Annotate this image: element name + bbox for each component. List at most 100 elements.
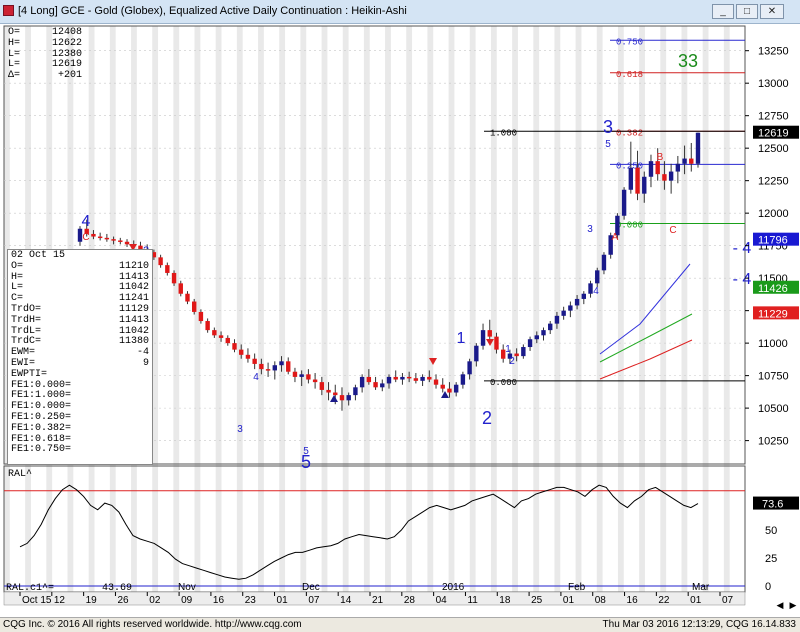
grid-band	[702, 26, 709, 592]
y-tick-label: 11000	[758, 338, 788, 350]
wave-label: 3	[587, 224, 593, 235]
wave-label: C	[669, 225, 676, 236]
ohlc-row: H= 12622	[8, 37, 82, 49]
grid-band	[533, 26, 540, 592]
grid-band	[406, 26, 413, 592]
rsi-current-value: 73.6	[762, 499, 783, 511]
grid-band	[363, 26, 370, 592]
x-tick-label: 08	[595, 595, 607, 606]
wave-label: 3	[237, 424, 243, 435]
maximize-button[interactable]: □	[736, 4, 758, 19]
x-tick-label: 07	[722, 595, 734, 606]
grid-band	[639, 26, 645, 592]
fib-label: 0.000	[490, 378, 517, 388]
x-tick-label: 16	[213, 595, 225, 606]
candle-body	[353, 387, 358, 396]
scroll-left-icon[interactable]: ◀	[773, 598, 787, 612]
candle-body	[420, 376, 425, 381]
grid-band	[448, 26, 455, 592]
fib-label: 0.750	[616, 37, 643, 47]
candle-body	[205, 321, 210, 331]
scroll-right-icon[interactable]: ▶	[786, 598, 800, 612]
wave-label: 4	[253, 372, 259, 383]
candle-body	[386, 376, 392, 384]
y-tick-label: 12750	[758, 111, 789, 123]
candle-body	[239, 349, 244, 355]
candle-body	[380, 383, 385, 388]
candle-body	[279, 361, 284, 366]
candle-body	[198, 311, 204, 322]
bar-info-panel: 02 Oct 15 O= 11210 H= 11413 L= 11042 C= 1124…	[7, 249, 153, 465]
grid-band	[681, 26, 688, 592]
rsi-tick-label: 50	[765, 525, 777, 537]
candle-body	[111, 239, 116, 241]
candle-body	[413, 378, 419, 381]
candle-body	[232, 343, 237, 350]
wave-label: 5	[605, 139, 611, 150]
fib-label: 0.382	[616, 128, 643, 138]
candle-body	[299, 374, 304, 377]
wave-label: 1	[505, 344, 511, 355]
close-button[interactable]: ✕	[760, 4, 784, 19]
candle-body	[447, 388, 452, 393]
x-tick-label: 04	[436, 595, 448, 606]
x-tick-label: 23	[245, 595, 257, 606]
grid-band	[258, 26, 264, 592]
x-tick-label: 01	[563, 595, 575, 606]
candle-body	[406, 376, 412, 379]
candle-body	[178, 283, 183, 294]
candle-body	[541, 330, 546, 336]
y-tick-label: 13250	[758, 46, 789, 58]
candle-body	[185, 293, 190, 302]
fib-label: 1.000	[490, 128, 517, 138]
candle-body	[252, 358, 257, 364]
candle-body	[346, 395, 351, 401]
candle-body	[460, 374, 466, 385]
candle-body	[534, 335, 539, 340]
x-tick-label: 19	[86, 595, 98, 606]
grid-band	[490, 26, 497, 592]
grid-band	[575, 26, 582, 592]
grid-band	[617, 26, 624, 592]
grid-band	[173, 26, 180, 592]
candle-body	[272, 365, 278, 371]
x-tick-label: 02	[149, 595, 161, 606]
y-tick-label: 10750	[758, 371, 789, 383]
candle-body	[433, 379, 439, 385]
x-tick-label: 26	[117, 595, 129, 606]
month-label: Feb	[568, 582, 586, 593]
wave-label: 4	[593, 286, 599, 297]
x-tick-label: 18	[499, 595, 511, 606]
grid-band	[554, 26, 561, 592]
rsi-tick-label: 0	[765, 581, 771, 593]
grid-band	[215, 26, 222, 592]
candle-body	[259, 363, 264, 370]
info-row: FE1:0.750=	[11, 444, 72, 456]
candle-body	[319, 382, 325, 390]
x-tick-label: 01	[690, 595, 702, 606]
wave-label: 2	[509, 356, 515, 367]
x-tick-label: 01	[277, 595, 289, 606]
candle-body	[453, 384, 459, 393]
rsi-tick-label: 25	[765, 553, 777, 565]
candle-body	[265, 369, 271, 371]
candle-body	[480, 330, 486, 346]
candle-body	[675, 163, 681, 172]
grid-band	[596, 26, 603, 592]
candle-body	[245, 354, 251, 359]
x-tick-label: 16	[627, 595, 639, 606]
month-label: Nov	[178, 582, 196, 593]
month-label: Mar	[692, 582, 710, 593]
candle-body	[568, 305, 573, 311]
wave-label: A	[612, 232, 619, 243]
wave-label: C	[82, 232, 89, 243]
candle-body	[373, 382, 378, 388]
minimize-button[interactable]: _	[712, 4, 734, 19]
candle-body	[695, 132, 701, 164]
candle-body	[366, 376, 372, 383]
candle-body	[527, 339, 533, 348]
wave-label: 2	[482, 408, 492, 428]
candle-body	[104, 237, 110, 240]
candle-body	[494, 336, 499, 350]
candle-body	[292, 371, 298, 377]
